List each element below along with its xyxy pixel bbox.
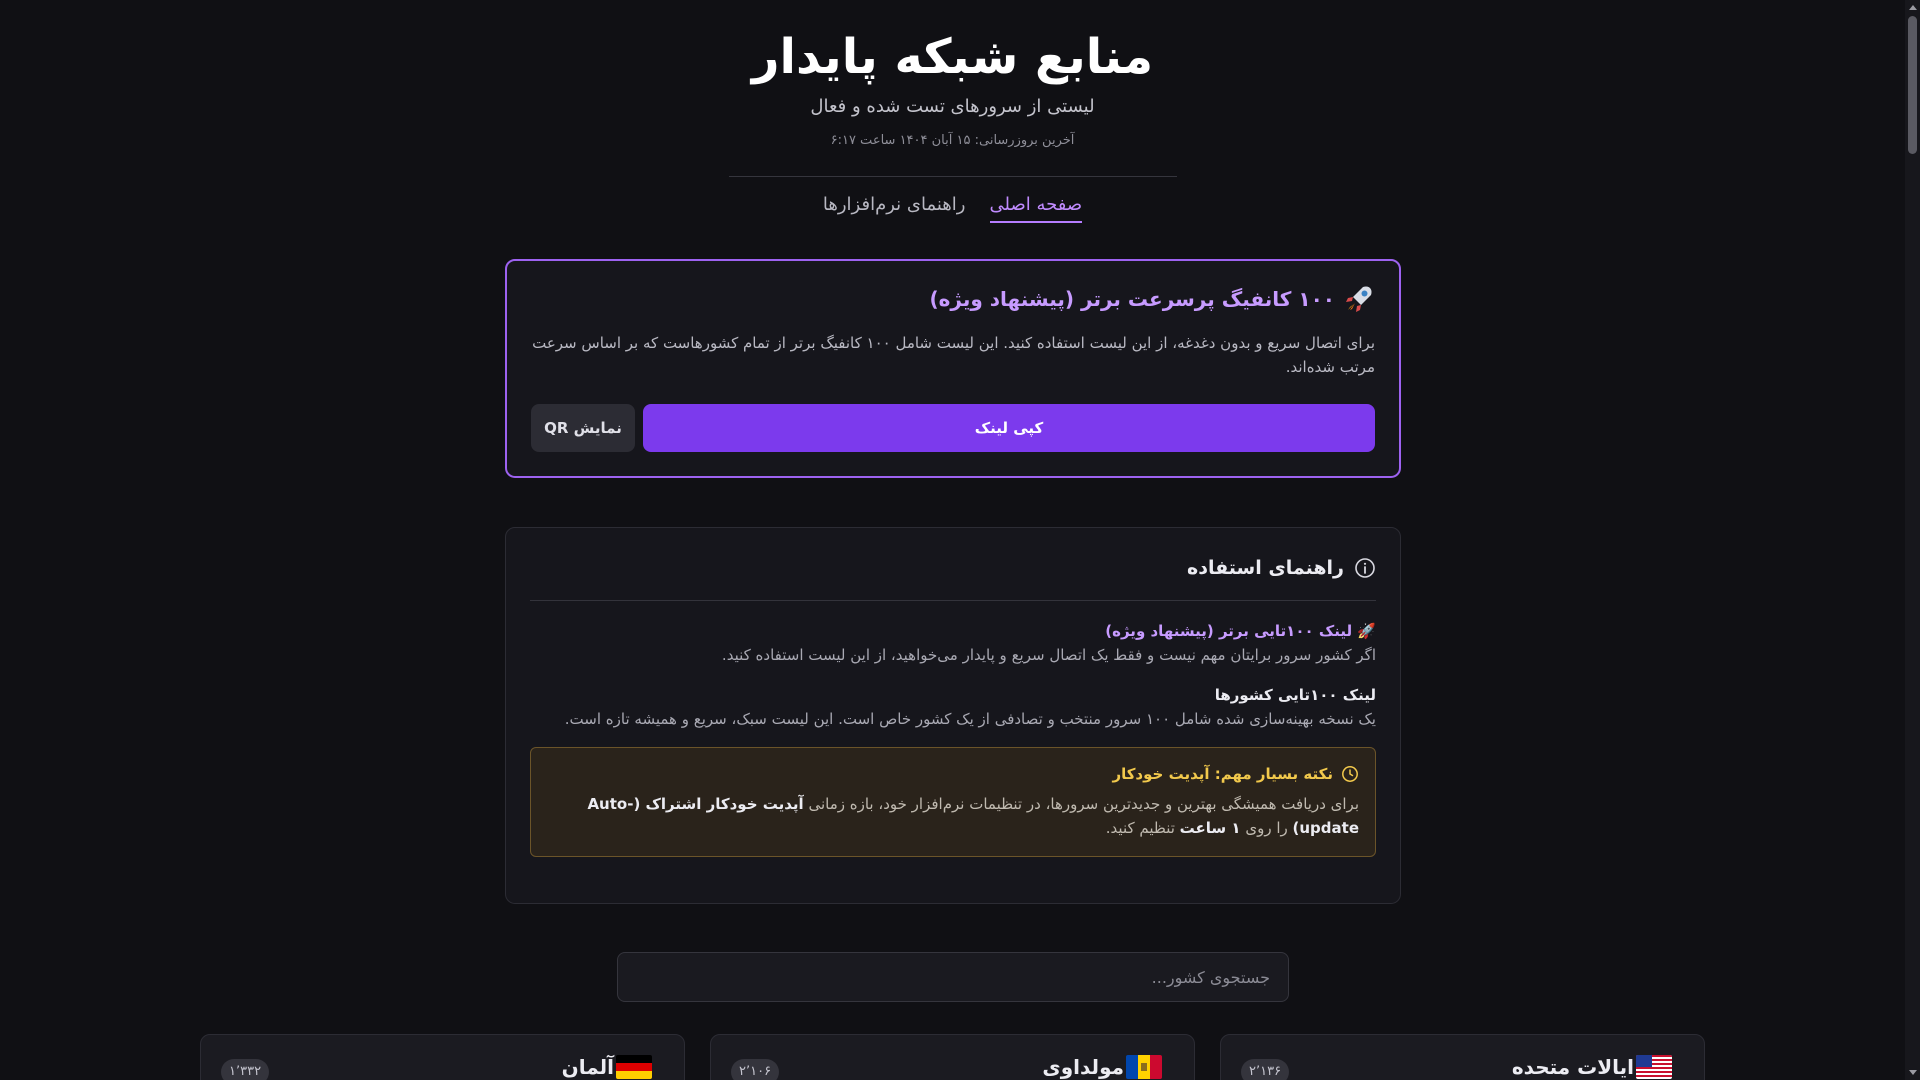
country-card-germany[interactable]: آلمان ۱٬۳۳۲ [200, 1034, 685, 1080]
scrollbar-thumb[interactable] [1908, 16, 1917, 154]
notice-text: برای دریافت همیشگی بهترین و جدیدترین سرو… [547, 792, 1359, 840]
featured-title-row: ۱۰۰ کانفیگ پرسرعت برتر (پیشنهاد ویژه) [531, 283, 1375, 315]
featured-card: ۱۰۰ کانفیگ پرسرعت برتر (پیشنهاد ویژه) بر… [505, 259, 1401, 478]
server-count-badge: ۲٬۱۳۶ [1241, 1059, 1290, 1080]
scroll-up-arrow-icon[interactable] [1909, 5, 1917, 10]
guide-divider [530, 600, 1376, 601]
guide-item-text: اگر کشور سرور برایتان مهم نیست و فقط یک … [721, 646, 1376, 664]
country-name-row: ایالات متحده [1512, 1055, 1672, 1079]
country-name-row: آلمان [562, 1055, 652, 1079]
page-title: منابع شبکه پایدار [751, 29, 1154, 85]
page: منابع شبکه پایدار لیستی از سرورهای تست ش… [0, 0, 1920, 1080]
guide-header[interactable]: راهنمای استفاده [530, 552, 1376, 584]
country-card-us[interactable]: ایالات متحده ۲٬۱۳۶ [1220, 1034, 1705, 1080]
usage-guide-card: راهنمای استفاده 🚀 لینک ۱۰۰تایی برتر (پیش… [505, 527, 1401, 904]
country-search-input[interactable] [617, 952, 1289, 1002]
page-subtitle: لیستی از سرورهای تست شده و فعال [810, 96, 1095, 117]
header-divider [729, 176, 1177, 177]
notice-title-row: نکته بسیار مهم: آپدیت خودکار [547, 762, 1359, 786]
featured-title: ۱۰۰ کانفیگ پرسرعت برتر (پیشنهاد ویژه) [929, 287, 1335, 311]
tab-software-guide[interactable]: راهنمای نرم‌افزارها [823, 194, 966, 223]
page-scrollbar[interactable] [1905, 0, 1920, 1080]
country-card-moldova[interactable]: مولداوی ۲٬۱۰۶ [710, 1034, 1195, 1080]
de-flag-icon [616, 1055, 652, 1079]
md-flag-icon [1126, 1055, 1162, 1079]
guide-title: راهنمای استفاده [1186, 557, 1344, 579]
country-name: مولداوی [1042, 1055, 1124, 1079]
notice-text-part: برای دریافت همیشگی بهترین و جدیدترین سرو… [803, 795, 1359, 813]
last-update-text: آخرین بروزرسانی: ۱۵ آبان ۱۴۰۴ ساعت ۶:۱۷ [830, 133, 1075, 148]
notice-bold-one-hour: ۱ ساعت [1179, 819, 1241, 837]
rocket-icon [1343, 283, 1375, 315]
server-count-badge: ۱٬۳۳۲ [221, 1059, 270, 1080]
clock-icon [1341, 765, 1359, 783]
featured-description: برای اتصال سریع و بدون دغدغه، از این لیس… [532, 334, 1375, 376]
info-icon [1354, 557, 1376, 579]
notice-text-part: را روی [1240, 819, 1293, 837]
notice-text-part: تنظیم کنید. [1105, 819, 1180, 837]
guide-item-top100: 🚀 لینک ۱۰۰تایی برتر (پیشنهاد ویژه) اگر ک… [530, 619, 1376, 667]
guide-item-text: یک نسخه بهینه‌سازی شده شامل ۱۰۰ سرور منت… [564, 710, 1376, 728]
featured-actions: کپی لینک نمایش QR [531, 404, 1375, 452]
country-name: ایالات متحده [1511, 1055, 1634, 1079]
country-name-row: مولداوی [1042, 1055, 1162, 1079]
country-name: آلمان [561, 1055, 614, 1079]
us-flag-icon [1636, 1055, 1672, 1079]
main-nav: صفحه اصلی راهنمای نرم‌افزارها [0, 194, 1905, 223]
guide-item-countries: لینک ۱۰۰تایی کشورها یک نسخه بهینه‌سازی ش… [530, 683, 1376, 731]
notice-title: نکته بسیار مهم: آپدیت خودکار [1112, 765, 1333, 783]
scroll-down-arrow-icon[interactable] [1909, 1070, 1917, 1075]
show-qr-button[interactable]: نمایش QR [531, 404, 635, 452]
tab-home[interactable]: صفحه اصلی [989, 194, 1083, 223]
auto-update-notice: نکته بسیار مهم: آپدیت خودکار برای دریافت… [530, 747, 1376, 857]
server-count-badge: ۲٬۱۰۶ [731, 1059, 780, 1080]
guide-item-title: لینک ۱۰۰تایی کشورها [1214, 686, 1376, 704]
guide-item-title: 🚀 لینک ۱۰۰تایی برتر (پیشنهاد ویژه) [1105, 622, 1376, 640]
copy-link-button[interactable]: کپی لینک [643, 404, 1375, 452]
